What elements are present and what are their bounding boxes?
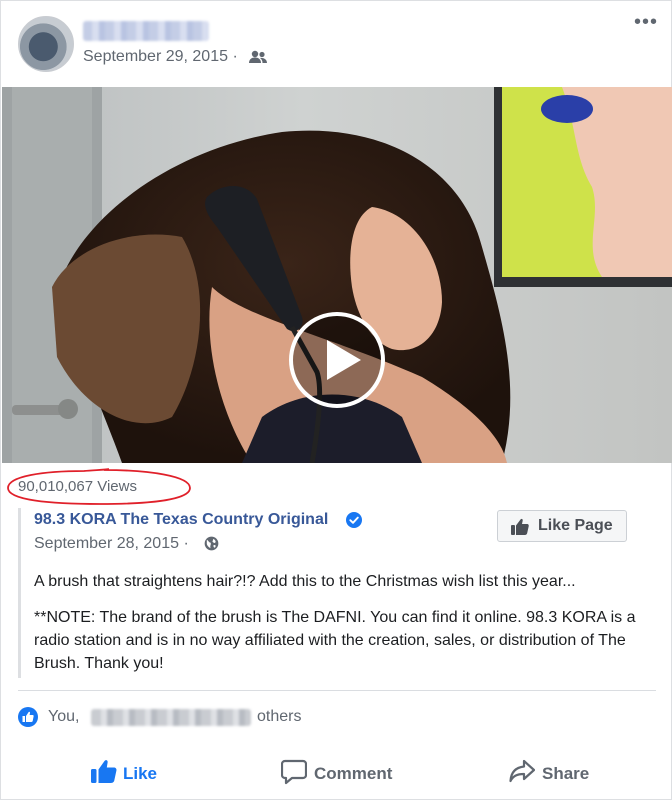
more-options-icon[interactable]: ••• xyxy=(633,12,659,35)
play-icon xyxy=(327,340,361,380)
like-page-button[interactable]: Like Page xyxy=(497,510,627,542)
thumbs-up-icon xyxy=(511,518,529,535)
reactions-divider xyxy=(18,690,656,691)
share-icon xyxy=(509,759,535,783)
globe-icon[interactable] xyxy=(204,536,219,551)
thumbs-up-icon xyxy=(91,760,117,783)
reactions-you[interactable]: You, xyxy=(48,708,79,726)
like-page-label: Like Page xyxy=(538,517,613,534)
shared-post-date[interactable]: September 28, 2015 · xyxy=(34,535,189,553)
annotation-circle xyxy=(7,468,191,505)
post-card: September 29, 2015 · ••• 90,010,067 View… xyxy=(0,0,672,800)
share-label: Share xyxy=(542,764,590,783)
shared-post-note: **NOTE: The brand of the brush is The DA… xyxy=(34,609,636,672)
verified-icon xyxy=(346,512,362,528)
friends-icon[interactable] xyxy=(248,50,268,64)
comment-label: Comment xyxy=(314,764,393,783)
post-date[interactable]: September 29, 2015 · xyxy=(83,48,238,66)
author-avatar[interactable] xyxy=(18,16,74,72)
comment-icon xyxy=(281,759,307,785)
play-button[interactable] xyxy=(289,312,385,408)
reactions-names-blurred[interactable] xyxy=(91,709,251,726)
shared-post-bar xyxy=(18,508,21,678)
like-label: Like xyxy=(123,764,158,783)
author-name-blurred[interactable] xyxy=(83,21,209,41)
video-player[interactable] xyxy=(2,87,672,463)
like-reaction-icon[interactable] xyxy=(18,707,38,727)
reactions-others[interactable]: others xyxy=(257,708,301,726)
shared-post-text: A brush that straightens hair?!? Add thi… xyxy=(34,573,576,590)
shared-page-name[interactable]: 98.3 KORA The Texas Country Original xyxy=(34,511,328,529)
